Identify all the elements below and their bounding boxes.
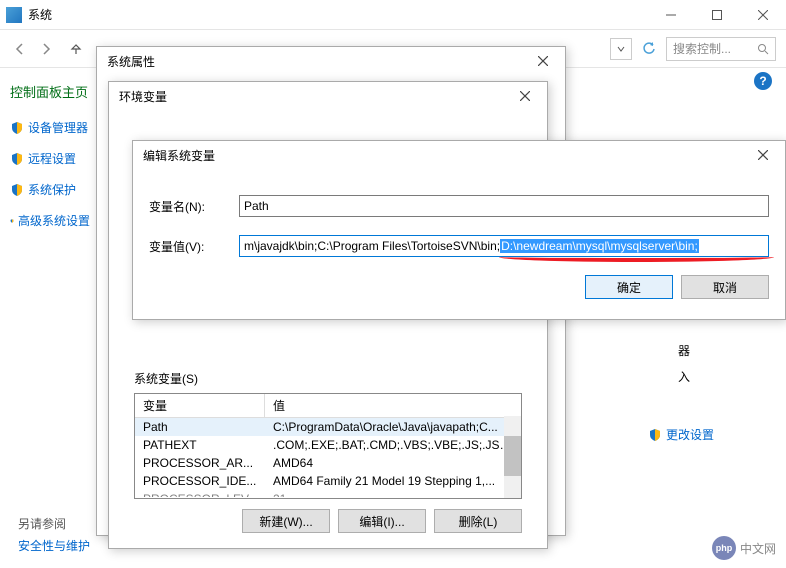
shield-icon [10, 214, 14, 228]
address-dropdown[interactable] [610, 38, 632, 60]
sidebar-item-remote[interactable]: 远程设置 [10, 150, 90, 167]
system-vars-label: 系统变量(S) [134, 370, 547, 387]
table-row[interactable]: PROCESSOR_AR... AMD64 [135, 454, 521, 472]
cell-name: PROCESSOR_IDE... [135, 473, 265, 489]
close-button[interactable] [740, 0, 786, 30]
close-icon[interactable] [751, 145, 775, 165]
table-row[interactable]: Path C:\ProgramData\Oracle\Java\javapath… [135, 418, 521, 436]
change-settings-link[interactable]: 更改设置 [648, 426, 714, 443]
delete-button[interactable]: 删除(L) [434, 509, 522, 533]
sidebar-item-label: 设备管理器 [28, 119, 88, 136]
scrollbar[interactable] [504, 416, 521, 498]
watermark-text: 中文网 [740, 540, 776, 557]
var-value-input[interactable]: m\javajdk\bin;C:\Program Files\TortoiseS… [239, 235, 769, 257]
php-logo-icon: php [712, 536, 736, 560]
change-settings-label: 更改设置 [666, 426, 714, 443]
table-header: 变量 值 [135, 394, 521, 418]
annotation-underline [499, 257, 774, 262]
system-icon [6, 7, 22, 23]
var-name-value: Path [244, 199, 269, 213]
new-button[interactable]: 新建(W)... [242, 509, 330, 533]
dialog-titlebar: 编辑系统变量 [133, 141, 785, 169]
text-fragment: 器 [678, 342, 690, 359]
cancel-button[interactable]: 取消 [681, 275, 769, 299]
system-vars-table: 变量 值 Path C:\ProgramData\Oracle\Java\jav… [134, 393, 522, 499]
var-value-label: 变量值(V): [149, 238, 239, 255]
main-titlebar: 系统 [0, 0, 786, 30]
up-button[interactable] [66, 39, 86, 59]
dialog-titlebar: 环境变量 [109, 82, 547, 110]
dialog-title: 环境变量 [119, 88, 513, 105]
sidebar-item-label: 高级系统设置 [18, 212, 90, 229]
watermark: php 中文网 [712, 536, 776, 560]
shield-icon [648, 428, 662, 442]
cell-value: C:\ProgramData\Oracle\Java\javapath;C... [265, 419, 521, 435]
col-value[interactable]: 值 [265, 394, 521, 417]
search-placeholder: 搜索控制... [673, 40, 731, 57]
var-name-label: 变量名(N): [149, 198, 239, 215]
cell-name: PROCESSOR_AR... [135, 455, 265, 471]
edit-button[interactable]: 编辑(I)... [338, 509, 426, 533]
value-selected: D:\newdream\mysql\mysqlserver\bin; [500, 239, 699, 253]
table-row[interactable]: PATHEXT .COM;.EXE;.BAT;.CMD;.VBS;.VBE;.J… [135, 436, 521, 454]
sidebar-item-advanced[interactable]: 高级系统设置 [10, 212, 90, 229]
see-also-label: 另请参阅 [18, 515, 66, 532]
sidebar-title: 控制面板主页 [10, 82, 90, 101]
var-name-input[interactable]: Path [239, 195, 769, 217]
sidebar-item-label: 远程设置 [28, 150, 76, 167]
edit-var-dialog: 编辑系统变量 变量名(N): Path 变量值(V): m\javajdk\bi… [132, 140, 786, 320]
sidebar-item-label: 系统保护 [28, 181, 76, 198]
maximize-button[interactable] [694, 0, 740, 30]
close-icon[interactable] [531, 51, 555, 71]
search-icon [757, 43, 769, 55]
cell-value: .COM;.EXE;.BAT;.CMD;.VBS;.VBE;.JS;.JSE;.… [265, 437, 521, 453]
value-prefix: m\javajdk\bin;C:\Program Files\TortoiseS… [244, 239, 500, 253]
sidebar-item-protection[interactable]: 系统保护 [10, 181, 90, 198]
window-controls [648, 0, 786, 30]
search-input[interactable]: 搜索控制... [666, 37, 776, 61]
help-icon[interactable]: ? [754, 72, 772, 90]
table-row[interactable]: PROCESSOR_LEV 21 [135, 490, 521, 498]
sidebar-item-device-manager[interactable]: 设备管理器 [10, 119, 90, 136]
table-row[interactable]: PROCESSOR_IDE... AMD64 Family 21 Model 1… [135, 472, 521, 490]
security-link[interactable]: 安全性与维护 [18, 537, 90, 554]
window-title: 系统 [28, 6, 648, 23]
refresh-button[interactable] [638, 38, 660, 60]
shield-icon [10, 183, 24, 197]
dialog-titlebar: 系统属性 [97, 47, 565, 75]
cell-value: AMD64 [265, 455, 521, 471]
cell-name: Path [135, 419, 265, 435]
cell-name: PROCESSOR_LEV [135, 491, 265, 497]
forward-button[interactable] [36, 39, 56, 59]
close-icon[interactable] [513, 86, 537, 106]
col-name[interactable]: 变量 [135, 394, 265, 417]
cell-value: 21 [265, 491, 521, 497]
shield-icon [10, 152, 24, 166]
text-fragment: 入 [678, 368, 690, 385]
cell-value: AMD64 Family 21 Model 19 Stepping 1,... [265, 473, 521, 489]
dialog-title: 编辑系统变量 [143, 147, 751, 164]
sidebar: 控制面板主页 设备管理器 远程设置 系统保护 高级系统设置 [0, 68, 100, 568]
ok-button[interactable]: 确定 [585, 275, 673, 299]
minimize-button[interactable] [648, 0, 694, 30]
dialog-title: 系统属性 [107, 53, 531, 70]
cell-name: PATHEXT [135, 437, 265, 453]
back-button[interactable] [10, 39, 30, 59]
shield-icon [10, 121, 24, 135]
